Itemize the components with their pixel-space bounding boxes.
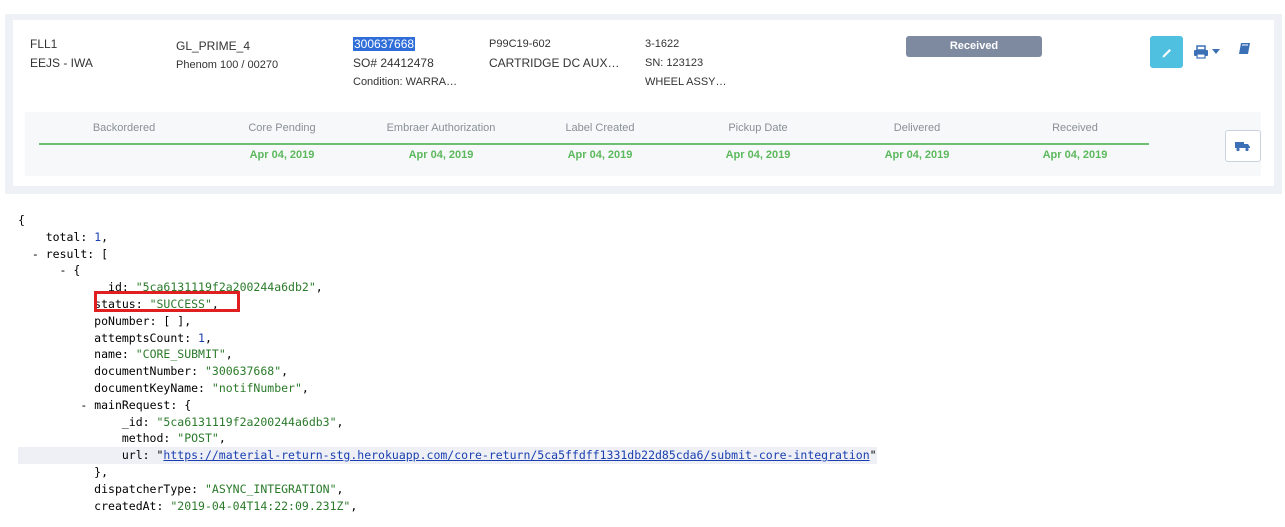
stage-label: Delivered	[893, 122, 941, 134]
part-column: P99C19-602 CARTRIDGE DC AUX…	[489, 35, 619, 73]
json-line: - mainRequest: {	[80, 397, 192, 412]
stage-label: Label Created	[565, 122, 635, 134]
part-description: CARTRIDGE DC AUX…	[489, 56, 620, 70]
edit-button[interactable]	[1150, 36, 1183, 68]
json-line: documentKeyName: "notifNumber",	[94, 380, 309, 395]
json-value: 1	[198, 330, 205, 345]
stage-date: Apr 04, 2019	[725, 149, 791, 161]
location-column: FLL1 EEJS - IWA	[30, 35, 93, 73]
json-value: "ASYNC_INTEGRATION"	[204, 481, 337, 496]
stage-label: Pickup Date	[728, 122, 788, 134]
json-key: documentKeyName	[94, 380, 199, 395]
location-code: FLL1	[30, 37, 58, 51]
serial-number: SN: 123123	[645, 57, 704, 69]
book-icon	[1239, 43, 1250, 54]
json-line: documentNumber: "300637668",	[94, 364, 289, 379]
stage-label: Embraer Authorization	[386, 122, 496, 134]
aircraft-detail: Phenom 100 / 00270	[176, 59, 279, 71]
status-badge: Received	[906, 36, 1042, 57]
tracking-line	[39, 143, 1149, 145]
url-link[interactable]: https://material-return-stg.herokuapp.co…	[163, 448, 869, 462]
json-key: createdAt	[94, 498, 157, 513]
json-key: total	[45, 229, 81, 244]
shipment-button[interactable]	[1225, 130, 1261, 162]
collapse-toggle[interactable]: -	[32, 247, 39, 261]
json-key: documentNumber	[94, 364, 192, 379]
json-value: "POST"	[177, 431, 219, 446]
json-line: method: "POST",	[121, 431, 226, 446]
stage-label: Core Pending	[248, 122, 316, 134]
collapse-toggle[interactable]: -	[80, 398, 87, 412]
printer-icon	[1194, 45, 1208, 59]
order-card-container: FLL1 EEJS - IWA GL_PRIME_4 Phenom 100 / …	[5, 14, 1282, 194]
stage-date: Apr 04, 2019	[884, 149, 950, 161]
json-line: _id: "5ca6131119f2a200244a6db3",	[121, 414, 344, 429]
json-key: url	[121, 448, 143, 463]
json-key: mainRequest	[94, 397, 171, 412]
print-button[interactable]	[1193, 43, 1227, 61]
json-line: {	[18, 212, 877, 229]
json-value: "notifNumber"	[211, 380, 302, 395]
json-key: name	[94, 347, 122, 362]
json-value: "2019-04-04T14:22:09.231Z"	[170, 498, 351, 513]
item-code: 3-1622	[645, 38, 680, 50]
json-line: createdAt: "2019-04-04T14:22:09.231Z",	[94, 498, 358, 513]
json-key: _id	[121, 414, 143, 429]
json-brace: {	[18, 213, 25, 227]
so-number: SO# 24412478	[353, 56, 434, 70]
stage-label: Backordered	[92, 122, 156, 134]
stage-date: Apr 04, 2019	[1042, 149, 1108, 161]
json-value: "CORE_SUBMIT"	[135, 347, 226, 362]
json-key: method	[121, 431, 164, 446]
truck-icon	[1235, 142, 1250, 152]
book-button[interactable]	[1238, 42, 1254, 60]
json-value: 1	[94, 229, 102, 244]
pencil-icon	[1162, 49, 1171, 58]
part-number: P99C19-602	[489, 38, 551, 50]
order-card: FLL1 EEJS - IWA GL_PRIME_4 Phenom 100 / …	[13, 20, 1274, 186]
json-line: poNumber: [ ],	[94, 313, 192, 328]
json-line: dispatcherType: "ASYNC_INTEGRATION",	[94, 481, 344, 496]
item-column: 3-1622 SN: 123123 WHEEL ASSY…	[645, 35, 727, 92]
stage-label: Received	[1052, 122, 1098, 134]
highlight-box	[94, 291, 240, 312]
json-viewer: { total: 1, - result: [ - { _id: "5ca613…	[18, 212, 877, 514]
json-line: url: "https://material-return-stg.heroku…	[18, 447, 877, 464]
collapse-toggle[interactable]: -	[60, 263, 67, 277]
json-line: - result: [	[31, 246, 109, 261]
location-name: EEJS - IWA	[30, 56, 93, 70]
json-line: name: "CORE_SUBMIT",	[94, 347, 233, 362]
aircraft-column: GL_PRIME_4 Phenom 100 / 00270	[176, 37, 278, 75]
json-value: [ ]	[163, 313, 185, 328]
chevron-down-icon	[1212, 49, 1220, 54]
json-line: total: 1,	[45, 229, 109, 244]
item-description: WHEEL ASSY…	[645, 76, 727, 88]
json-key: dispatcherType	[94, 481, 192, 496]
json-key: attemptsCount	[94, 330, 185, 345]
json-line: attemptsCount: 1,	[94, 330, 212, 345]
json-key: poNumber	[94, 313, 150, 328]
json-line: },	[18, 464, 109, 479]
json-line: - {	[59, 263, 81, 278]
condition: Condition: WARRA…	[353, 76, 458, 88]
json-key: result	[45, 246, 88, 261]
tracking-bar: Backordered Core Pending Apr 04, 2019 Em…	[25, 112, 1261, 176]
document-number[interactable]: 300637668	[353, 37, 416, 51]
json-value: "300637668"	[204, 364, 282, 379]
stage-date: Apr 04, 2019	[408, 149, 474, 161]
document-column: 300637668 SO# 24412478 Condition: WARRA…	[353, 35, 457, 92]
stage-date: Apr 04, 2019	[249, 149, 315, 161]
aircraft-name: GL_PRIME_4	[176, 39, 251, 53]
json-value: "5ca6131119f2a200244a6db3"	[156, 414, 337, 429]
stage-date: Apr 04, 2019	[567, 149, 633, 161]
